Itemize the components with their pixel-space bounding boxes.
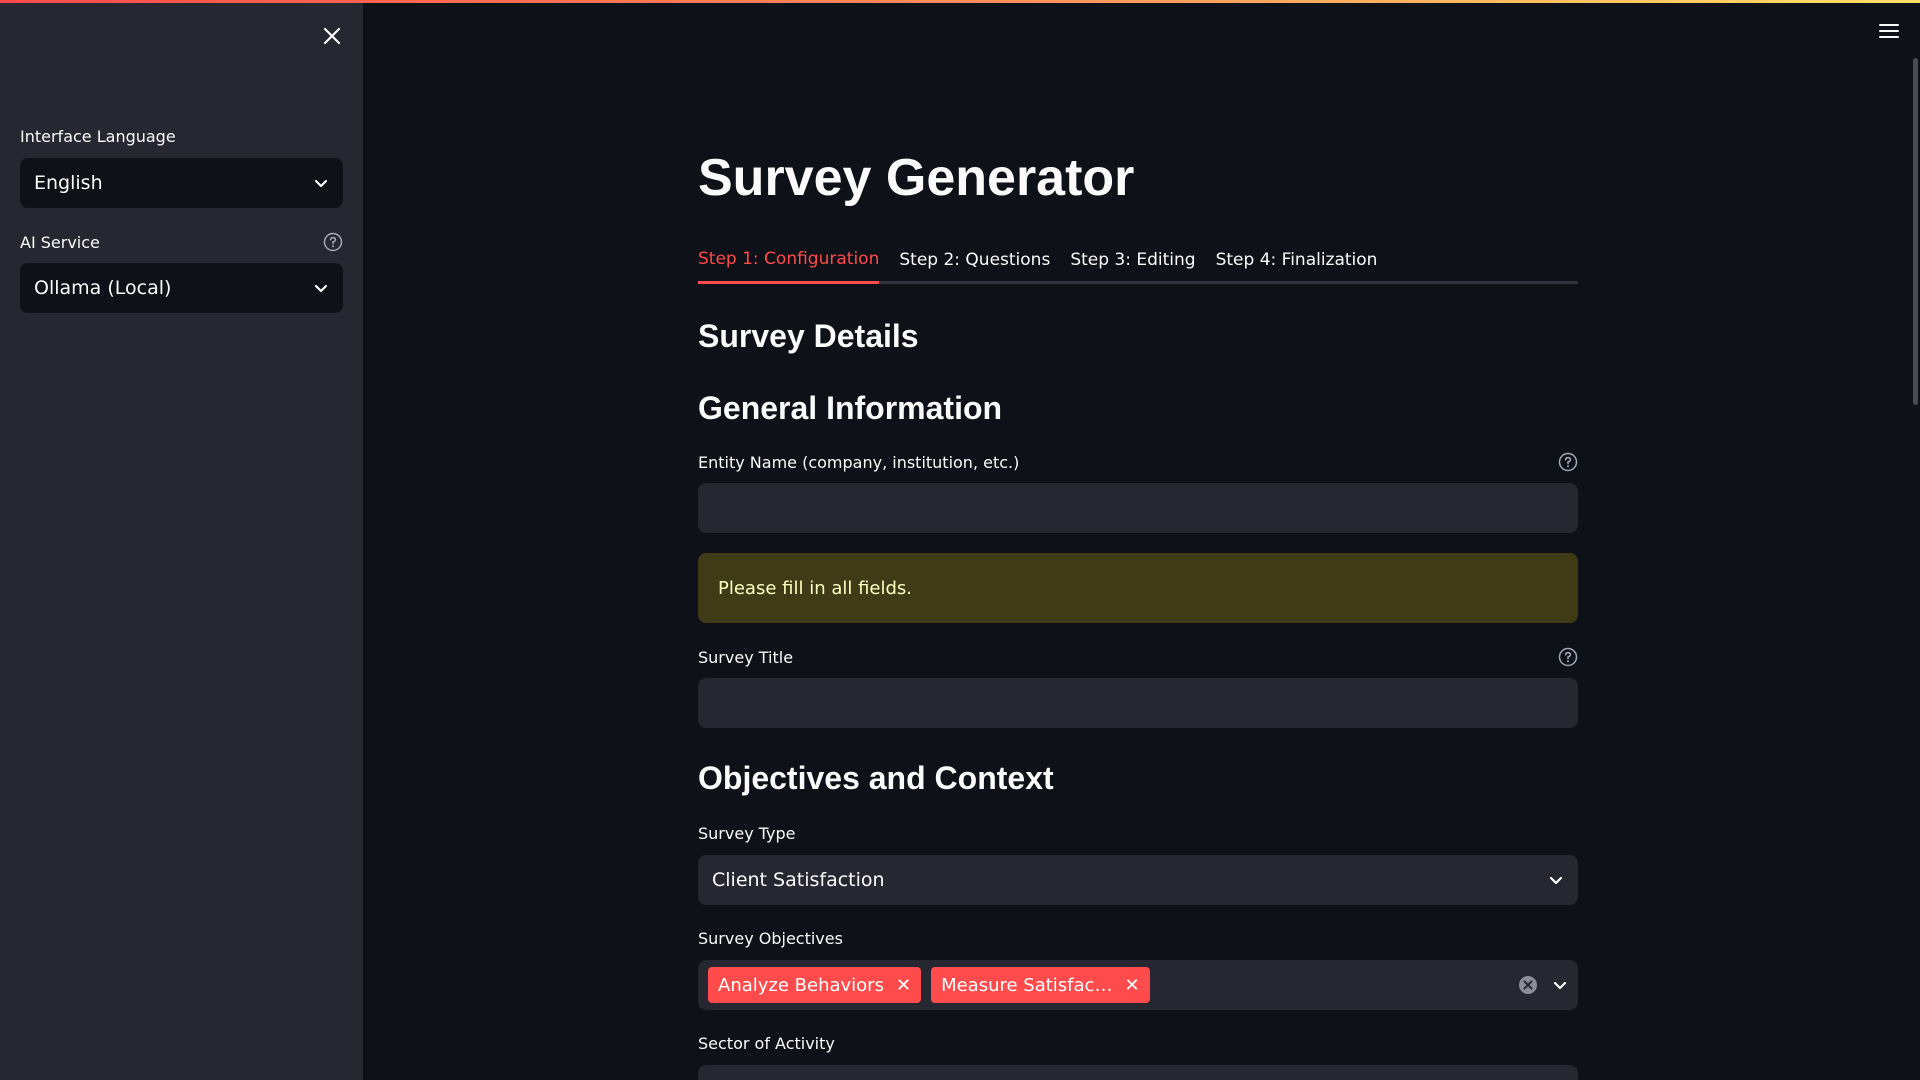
language-label-row: Interface Language xyxy=(20,127,343,146)
language-select-value: English xyxy=(34,172,103,194)
survey-objectives-label: Survey Objectives xyxy=(698,929,843,948)
survey-objectives-multiselect[interactable]: Analyze Behaviors ✕ Measure Satisfac… ✕ xyxy=(698,960,1578,1010)
chevron-down-icon xyxy=(314,284,328,293)
top-accent-bar xyxy=(0,0,1920,3)
objective-tag-label: Analyze Behaviors xyxy=(718,974,884,996)
survey-objectives-label-row: Survey Objectives xyxy=(698,929,1578,948)
entity-name-label: Entity Name (company, institution, etc.) xyxy=(698,452,1020,472)
help-icon[interactable] xyxy=(1558,452,1578,472)
survey-details-heading: Survey Details xyxy=(698,318,919,354)
sector-label-row: Sector of Activity xyxy=(698,1034,1578,1053)
help-icon[interactable] xyxy=(1558,647,1578,667)
language-label: Interface Language xyxy=(20,127,176,146)
ai-service-select[interactable]: Ollama (Local) xyxy=(20,263,343,313)
warning-alert: Please fill in all fields. xyxy=(698,553,1578,623)
objectives-context-heading: Objectives and Context xyxy=(698,760,1054,796)
tab-questions[interactable]: Step 2: Questions xyxy=(899,236,1050,283)
warning-text: Please fill in all fields. xyxy=(718,577,913,599)
survey-type-label-row: Survey Type xyxy=(698,824,1578,843)
objective-tag: Measure Satisfac… ✕ xyxy=(931,967,1150,1003)
scrollbar[interactable] xyxy=(1913,58,1918,405)
hamburger-menu-icon xyxy=(1879,24,1899,38)
entity-name-label-row: Entity Name (company, institution, etc.) xyxy=(698,452,1578,472)
objective-tag: Analyze Behaviors ✕ xyxy=(708,967,922,1003)
tab-finalization[interactable]: Step 4: Finalization xyxy=(1216,236,1378,283)
survey-type-select[interactable]: Client Satisfaction xyxy=(698,855,1578,905)
chevron-down-icon[interactable] xyxy=(1552,977,1568,993)
language-select[interactable]: English xyxy=(20,158,343,208)
ai-service-label: AI Service xyxy=(20,232,100,252)
chevron-down-icon xyxy=(314,179,328,188)
entity-name-input[interactable] xyxy=(698,483,1578,533)
sector-label: Sector of Activity xyxy=(698,1034,835,1053)
survey-type-label: Survey Type xyxy=(698,824,796,843)
ai-service-select-value: Ollama (Local) xyxy=(34,277,172,299)
multiselect-controls xyxy=(1518,975,1568,995)
objective-tag-label: Measure Satisfac… xyxy=(941,974,1113,996)
step-tabs: Step 1: Configuration Step 2: Questions … xyxy=(698,236,1578,284)
ai-service-label-row: AI Service xyxy=(20,232,343,252)
page-title: Survey Generator xyxy=(698,149,1135,207)
close-sidebar-button[interactable] xyxy=(318,22,346,50)
sidebar: Interface Language English AI Service Ol… xyxy=(0,0,363,1080)
clear-all-icon[interactable] xyxy=(1518,975,1538,995)
survey-title-label-row: Survey Title xyxy=(698,647,1578,667)
sector-select[interactable] xyxy=(698,1065,1578,1080)
survey-type-value: Client Satisfaction xyxy=(712,869,885,891)
help-icon[interactable] xyxy=(323,232,343,252)
remove-tag-icon[interactable]: ✕ xyxy=(1124,975,1139,996)
survey-title-label: Survey Title xyxy=(698,647,794,667)
chevron-down-icon xyxy=(1549,876,1563,885)
survey-title-input[interactable] xyxy=(698,678,1578,728)
tab-editing[interactable]: Step 3: Editing xyxy=(1070,236,1195,283)
main-menu-button[interactable] xyxy=(1876,18,1902,44)
tab-configuration[interactable]: Step 1: Configuration xyxy=(698,236,880,284)
close-icon xyxy=(323,27,341,45)
general-information-heading: General Information xyxy=(698,390,1003,426)
remove-tag-icon[interactable]: ✕ xyxy=(896,975,911,996)
